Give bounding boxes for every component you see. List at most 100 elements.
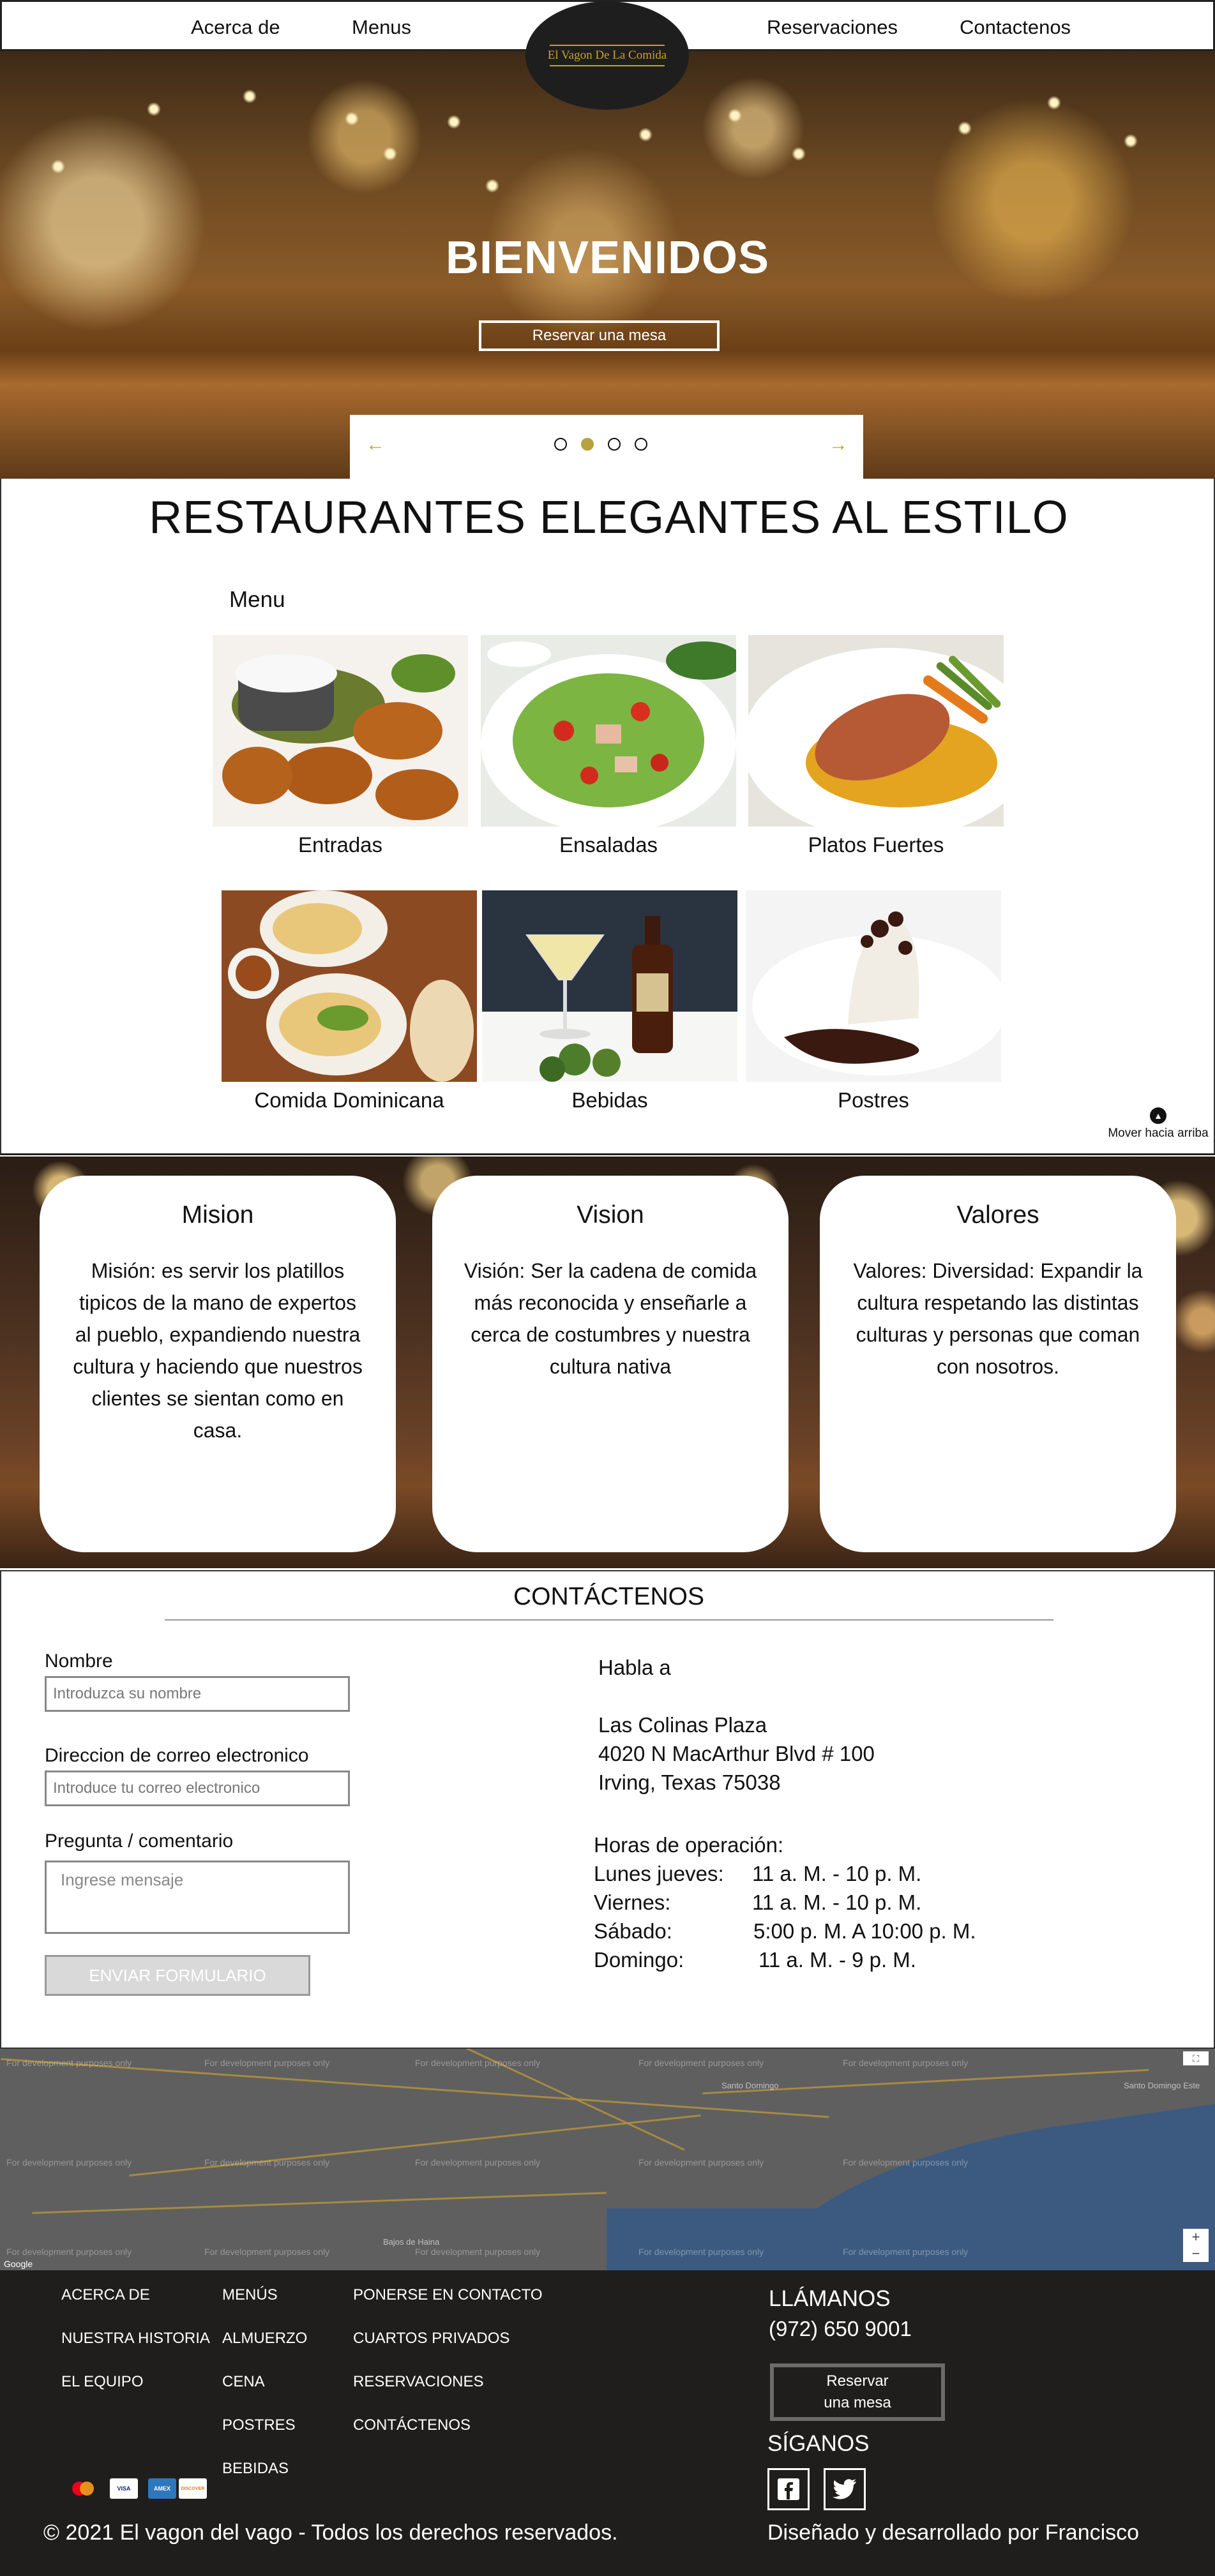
contact-title: CONTÁCTENOS <box>513 1583 704 1610</box>
footer-reserve-button[interactable]: Reservar una mesa <box>770 2363 945 2421</box>
name-input[interactable] <box>45 1676 350 1712</box>
hero-light <box>1047 96 1061 110</box>
scroll-to-top-button[interactable]: ▲ Mover hacia arriba <box>1104 1107 1212 1141</box>
footer-col-contact: PONERSE EN CONTACTO CUARTOS PRIVADOS RES… <box>353 2286 542 2460</box>
nav-contact-link[interactable]: Contactenos <box>960 16 1071 39</box>
slider-dot[interactable] <box>554 438 567 451</box>
hero-light <box>485 179 499 193</box>
map-watermark: For development purposes only <box>6 2247 132 2257</box>
map-watermark: For development purposes only <box>415 2247 541 2257</box>
reserve-button-line: Reservar <box>826 2372 889 2390</box>
zoom-out-button[interactable]: − <box>1183 2245 1209 2262</box>
menu-card-comida-dominicana[interactable]: Comida Dominicana <box>222 890 477 1112</box>
map-watermark: For development purposes only <box>638 2247 764 2257</box>
submit-form-button[interactable]: ENVIAR FORMULARIO <box>45 1955 310 1996</box>
call-us-title: LLÁMANOS <box>769 2286 891 2311</box>
hours-day: Domingo: <box>594 1948 684 1972</box>
visa-label: VISA <box>117 2485 131 2492</box>
footer-link[interactable]: RESERVACIONES <box>353 2373 542 2416</box>
footer-link[interactable]: CONTÁCTENOS <box>353 2416 542 2460</box>
menu-card-postres[interactable]: Postres <box>746 890 1001 1112</box>
arrow-left-icon[interactable]: ← <box>366 434 385 456</box>
footer-link[interactable]: MENÚS <box>222 2286 307 2330</box>
values-title: Valores <box>956 1201 1039 1229</box>
values-card: Valores Valores: Diversidad: Expandir la… <box>820 1176 1176 1552</box>
slider-dot-active[interactable] <box>581 438 594 451</box>
facebook-icon[interactable] <box>767 2468 810 2510</box>
hours-time: 11 a. M. - 10 p. M. <box>752 1862 922 1885</box>
site-logo[interactable]: El Vagon De La Comida <box>525 1 689 110</box>
location-map[interactable]: For development purposes only For develo… <box>0 2049 1215 2270</box>
footer-link[interactable]: POSTRES <box>222 2416 307 2460</box>
menu-card-ensaladas[interactable]: Ensaladas <box>481 635 736 857</box>
map-watermark: For development purposes only <box>843 2157 969 2168</box>
slider-dot[interactable] <box>608 438 621 451</box>
footer-link[interactable]: NUESTRA HISTORIA <box>61 2330 210 2373</box>
hours-time: 5:00 p. M. A 10:00 p. M. <box>753 1919 976 1943</box>
hours-block: Horas de operación: Lunes jueves: 11 a. … <box>594 1831 976 1974</box>
nav-about-link[interactable]: Acerca de <box>191 16 280 39</box>
scroll-to-top-label: Mover hacia arriba <box>1108 1127 1209 1140</box>
footer-col-about: ACERCA DE NUESTRA HISTORIA EL EQUIPO <box>61 2286 210 2416</box>
reserve-button-line: una mesa <box>824 2394 891 2411</box>
map-zoom-controls: + − <box>1183 2229 1209 2262</box>
hours-row: Domingo: 11 a. M. - 9 p. M. <box>594 1945 976 1974</box>
address-line: Irving, Texas 75038 <box>598 1771 781 1794</box>
comment-textarea[interactable] <box>45 1861 350 1934</box>
salad-image <box>481 635 736 827</box>
site-footer: ACERCA DE NUESTRA HISTORIA EL EQUIPO MEN… <box>0 2270 1215 2576</box>
hero-light <box>638 128 653 142</box>
hero-light <box>728 109 742 123</box>
google-logo: Google <box>4 2259 33 2269</box>
map-watermark: For development purposes only <box>638 2058 764 2068</box>
reserve-table-button[interactable]: Reservar una mesa <box>479 320 720 351</box>
hours-row: Viernes: 11 a. M. - 10 p. M. <box>594 1888 976 1917</box>
hours-day: Viernes: <box>594 1891 671 1914</box>
map-place-label: Bajos de Haina <box>383 2237 440 2247</box>
address-line: Las Colinas Plaza <box>598 1713 767 1737</box>
contact-section: CONTÁCTENOS Nombre Direccion de correo e… <box>0 1570 1215 2049</box>
arrow-up-icon: ▲ <box>1150 1107 1166 1124</box>
twitter-icon[interactable] <box>824 2468 866 2510</box>
map-place-label: Santo Domingo <box>721 2081 779 2090</box>
menu-card-entradas[interactable]: Entradas <box>213 635 468 857</box>
footer-link[interactable]: CENA <box>222 2373 307 2416</box>
arrow-right-icon[interactable]: → <box>829 434 848 456</box>
nav-menus-link[interactable]: Menus <box>352 16 411 39</box>
divider <box>165 1619 1053 1621</box>
footer-link[interactable]: EL EQUIPO <box>61 2373 210 2416</box>
address-line: 4020 N MacArthur Blvd # 100 <box>598 1742 875 1765</box>
map-watermark: For development purposes only <box>204 2058 330 2068</box>
vision-title: Vision <box>577 1201 644 1229</box>
hours-row: Sábado: 5:00 p. M. A 10:00 p. M. <box>594 1917 976 1945</box>
footer-link[interactable]: CUARTOS PRIVADOS <box>353 2330 542 2373</box>
vision-card: Vision Visión: Ser la cadena de comida m… <box>432 1176 789 1552</box>
email-input[interactable] <box>45 1771 350 1806</box>
hours-title: Horas de operación: <box>594 1833 784 1857</box>
slider-dot[interactable] <box>635 438 647 451</box>
vision-text: Visión: Ser la cadena de comida más reco… <box>464 1259 757 1378</box>
map-watermark: For development purposes only <box>6 2157 132 2168</box>
phone-number[interactable]: (972) 650 9001 <box>769 2317 912 2341</box>
comment-label: Pregunta / comentario <box>45 1831 234 1852</box>
menu-card-bebidas[interactable]: Bebidas <box>482 890 737 1112</box>
hero-light <box>792 147 806 161</box>
footer-link[interactable]: ACERCA DE <box>61 2286 210 2330</box>
menu-card-platos-fuertes[interactable]: Platos Fuertes <box>748 635 1004 857</box>
footer-link[interactable]: ALMUERZO <box>222 2330 307 2373</box>
hero-light <box>447 115 461 129</box>
mission-vision-values-section: Mision Misión: es servir los platillos t… <box>0 1157 1215 1568</box>
footer-link[interactable]: BEBIDAS <box>222 2460 307 2503</box>
visa-icon: VISA <box>110 2478 138 2499</box>
zoom-in-button[interactable]: + <box>1183 2229 1209 2245</box>
menu-card-caption: Entradas <box>298 833 383 857</box>
mastercard-icon <box>69 2478 97 2499</box>
footer-link[interactable]: PONERSE EN CONTACTO <box>353 2286 542 2330</box>
hours-time: 11 a. M. - 10 p. M. <box>752 1891 922 1914</box>
fullscreen-icon[interactable]: ⛶ <box>1183 2051 1209 2065</box>
hours-row: Lunes jueves: 11 a. M. - 10 p. M. <box>594 1859 976 1888</box>
mission-text: Misión: es servir los platillos tipicos … <box>73 1259 363 1442</box>
nav-reservations-link[interactable]: Reservaciones <box>767 16 898 39</box>
menu-card-caption: Postres <box>838 1088 909 1112</box>
menu-card-caption: Bebidas <box>571 1088 648 1112</box>
